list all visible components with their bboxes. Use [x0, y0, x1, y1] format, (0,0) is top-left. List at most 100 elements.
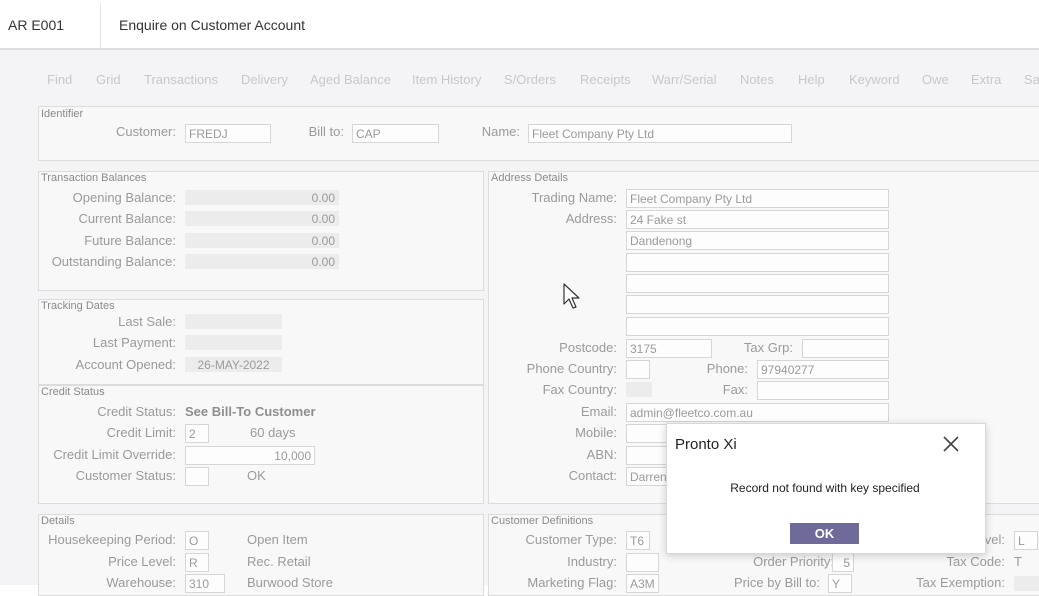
address-line-1[interactable]: 24 Fake st: [626, 210, 889, 229]
opening-balance-value: 0.00: [185, 190, 339, 205]
header-divider: [100, 3, 101, 48]
outstanding-balance-label: Outstanding Balance:: [51, 254, 176, 269]
customer-type-label: Customer Type:: [525, 532, 617, 547]
toolbar-extra-button[interactable]: Extra: [971, 72, 1001, 87]
billto-field[interactable]: CAP: [352, 124, 439, 143]
email-field[interactable]: admin@fleetco.com.au: [626, 403, 889, 422]
postcode-field[interactable]: 3175: [626, 339, 712, 358]
current-balance-label: Current Balance:: [78, 211, 176, 226]
mouse-cursor-icon: [563, 283, 581, 316]
toolbar-transactions-button[interactable]: Transactions: [144, 72, 218, 87]
address-panel-title: Address Details: [491, 172, 569, 184]
warehouse-field[interactable]: 310: [185, 574, 225, 593]
toolbar-find-button[interactable]: Find: [47, 72, 72, 87]
toolbar-help-button[interactable]: Help: [798, 72, 825, 87]
account-opened-label: Account Opened:: [75, 357, 176, 372]
fax-country-label: Fax Country:: [542, 382, 617, 397]
order-priority-field[interactable]: 5: [832, 553, 854, 572]
credit-status-label: Credit Status:: [97, 404, 176, 419]
toolbar-notes-button[interactable]: Notes: [740, 72, 774, 87]
customer-status-text: OK: [247, 468, 266, 483]
close-icon[interactable]: [940, 433, 962, 455]
tax-group-field[interactable]: [802, 339, 889, 358]
address-line-3[interactable]: [626, 253, 889, 272]
current-balance-value: 0.00: [185, 211, 339, 226]
postcode-label: Postcode:: [559, 340, 617, 355]
toolbar-warr-serial-button[interactable]: Warr/Serial: [652, 72, 717, 87]
customer-definitions-title: Customer Definitions: [491, 515, 594, 527]
address-line-4[interactable]: [626, 274, 889, 293]
customer-type-field[interactable]: T6: [626, 531, 650, 550]
price-level-field[interactable]: R: [185, 553, 209, 572]
toolbar-keyword-button[interactable]: Keyword: [849, 72, 900, 87]
industry-label: Industry:: [567, 554, 617, 569]
marketing-flag-label: Marketing Flag:: [527, 575, 617, 590]
address-label: Address:: [565, 211, 617, 226]
trading-name-field[interactable]: Fleet Company Pty Ltd: [626, 189, 889, 208]
last-payment-label: Last Payment:: [92, 335, 176, 350]
toolbar-item-history-button[interactable]: Item History: [412, 72, 481, 87]
details-panel-title: Details: [41, 515, 75, 527]
credit-limit-days: 60 days: [250, 425, 296, 440]
mobile-label: Mobile:: [575, 425, 617, 440]
housekeeping-field[interactable]: O: [185, 531, 209, 550]
name-field[interactable]: Fleet Company Pty Ltd: [528, 124, 792, 143]
contact-label: Contact:: [568, 468, 617, 483]
fax-label: Fax:: [722, 382, 748, 397]
fax-field[interactable]: [757, 381, 889, 400]
name-label: Name:: [481, 124, 520, 139]
address-line-5[interactable]: [626, 295, 889, 314]
phone-country-label: Phone Country:: [526, 361, 617, 376]
toolbar-delivery-button[interactable]: Delivery: [241, 72, 288, 87]
phone-country-field[interactable]: [626, 360, 650, 379]
price-level-label: Price Level:: [108, 554, 176, 569]
industry-field[interactable]: [626, 553, 659, 572]
credit-panel: [38, 385, 484, 504]
toolbar-sorders-button[interactable]: S/Orders: [504, 72, 556, 87]
email-label: Email:: [580, 404, 617, 419]
order-priority-label: Order Priority:: [753, 554, 834, 569]
tax-code-value: T: [1014, 554, 1022, 569]
tax-group-label: Tax Grp:: [743, 340, 793, 355]
identifier-panel-title: Identifier: [41, 108, 84, 120]
dialog-message: Record not found with key specified: [730, 481, 920, 495]
toolbar-receipts-button[interactable]: Receipts: [580, 72, 631, 87]
balances-panel: [38, 171, 484, 291]
last-payment-value: [185, 335, 282, 350]
tax-code-label: Tax Code:: [946, 554, 1005, 569]
future-balance-value: 0.00: [185, 233, 339, 248]
credit-limit-field[interactable]: 2: [185, 424, 209, 443]
toolbar-more-button[interactable]: Sa: [1024, 72, 1039, 87]
billto-label: Bill to:: [308, 124, 344, 139]
price-by-billto-label: Price by Bill to:: [734, 575, 820, 590]
credit-override-field[interactable]: 10,000: [185, 446, 315, 465]
warehouse-label: Warehouse:: [106, 575, 176, 590]
toolbar-owe-button[interactable]: Owe: [922, 72, 949, 87]
abn-label: ABN:: [586, 447, 617, 462]
phone-label: Phone:: [706, 361, 748, 376]
customer-status-label: Customer Status:: [75, 468, 176, 483]
customer-status-field[interactable]: [185, 467, 209, 486]
phone-field[interactable]: 97940277: [757, 360, 889, 379]
price-level-text: Rec. Retail: [247, 554, 311, 569]
credit-override-label: Credit Limit Override:: [53, 447, 176, 462]
marketing-flag-field[interactable]: A3M: [626, 574, 659, 593]
balances-panel-title: Transaction Balances: [41, 172, 147, 184]
program-code: AR E001: [8, 17, 65, 33]
level-field[interactable]: L: [1014, 531, 1038, 550]
last-sale-label: Last Sale:: [118, 314, 176, 329]
trading-name-label: Trading Name:: [531, 190, 618, 205]
page-title: Enquire on Customer Account: [119, 17, 305, 33]
toolbar-grid-button[interactable]: Grid: [96, 72, 121, 87]
credit-panel-title: Credit Status: [41, 386, 105, 398]
toolbar-aged-balance-button[interactable]: Aged Balance: [310, 72, 391, 87]
account-opened-value: 26-MAY-2022: [185, 357, 282, 372]
address-line-2[interactable]: Dandenong: [626, 231, 889, 250]
address-line-6[interactable]: [626, 317, 889, 336]
ok-button[interactable]: OK: [790, 523, 859, 544]
price-by-billto-field[interactable]: Y: [828, 574, 852, 593]
tax-exemption-label: Tax Exemption:: [916, 575, 1005, 590]
credit-limit-label: Credit Limit:: [106, 425, 176, 440]
customer-field[interactable]: FREDJ: [185, 124, 271, 143]
outstanding-balance-value: 0.00: [185, 254, 339, 269]
